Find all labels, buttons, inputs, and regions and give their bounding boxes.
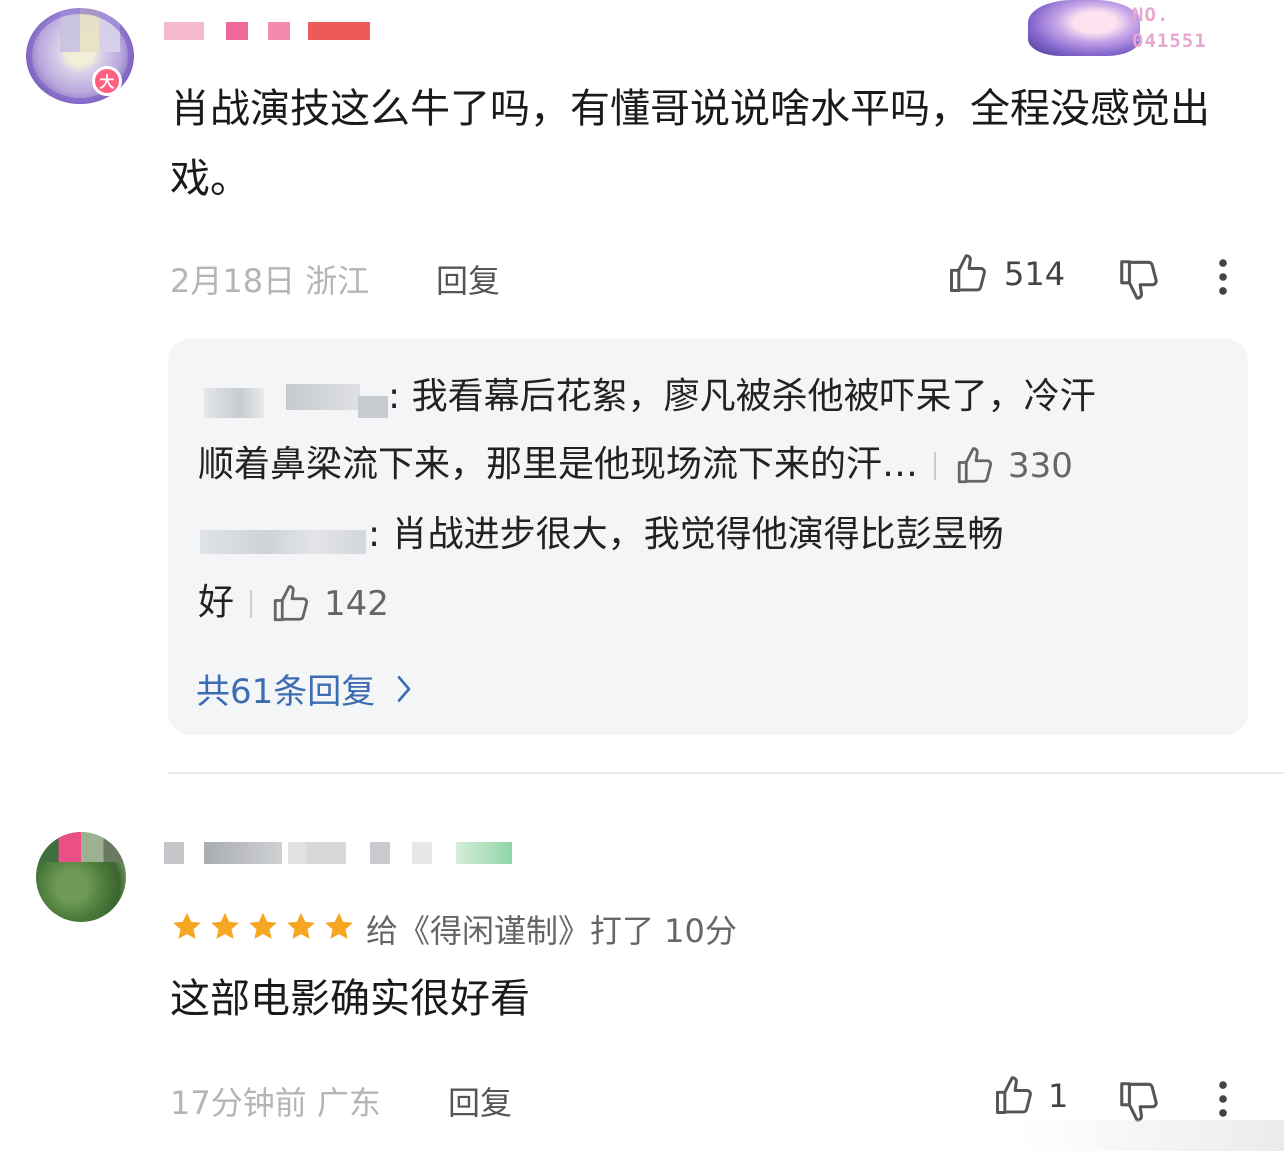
username-blurred[interactable] [164,22,374,42]
chevron-right-icon [397,675,411,702]
reply-like-button[interactable]: 142 [270,570,389,638]
star-icon [325,912,353,939]
more-vertical-icon [1219,259,1227,295]
like-count: 1 [1048,1077,1069,1115]
more-options-button[interactable] [1210,258,1236,296]
thumbs-up-icon [996,1076,1032,1114]
like-button[interactable]: 514 [946,252,1065,296]
more-vertical-icon [1219,1081,1227,1117]
more-replies-label: 共61条回复 [196,672,376,712]
dislike-button[interactable] [1116,1078,1162,1124]
reply-like-count: 330 [1008,446,1073,486]
divider [934,452,937,480]
star-icon [211,912,239,939]
reply-like-button[interactable]: 330 [954,432,1073,500]
reply-item-continued: 好 142 [198,569,1238,638]
reply-item[interactable]: : 肖战进步很大，我觉得他演得比彭昱畅 [198,501,1238,569]
star-icon [249,912,277,939]
user-avatar[interactable] [36,832,126,922]
thumbs-down-icon [1120,260,1158,300]
star-rating [170,910,356,944]
comment-divider [168,772,1284,774]
reply-like-count: 142 [324,584,389,624]
more-options-button[interactable] [1210,1080,1236,1118]
comment-date: 2月18日 浙江 [170,262,370,300]
reply-item[interactable]: : 我看幕后花絮，廖凡被杀他被吓呆了，冷汗 [198,363,1238,431]
vip-badge: 大 [92,66,122,96]
comment-text: 肖战演技这么牛了吗，有懂哥说说啥水平吗，全程没感觉出戏。 [170,86,1210,202]
anime-girl-badge-image [1028,0,1140,56]
reply-item-continued: 顺着鼻梁流下来，那里是他现场流下来的汗… 330 [198,431,1238,500]
thumbs-down-icon [1120,1082,1158,1122]
like-count: 514 [1004,255,1066,293]
username-blurred[interactable] [164,842,524,868]
comment-text: 这部电影确实很好看 [170,976,530,1022]
divider [250,590,253,618]
watermark-overlay [1020,1120,1284,1151]
thumbs-up-icon [273,585,309,622]
star-icon [173,912,201,939]
dislike-button[interactable] [1116,256,1162,302]
thumbs-up-icon [957,447,993,484]
view-all-replies-link[interactable]: 共61条回复 [196,664,413,713]
rating-text: 给《得闲谨制》打了 10分 [366,912,737,950]
like-button[interactable]: 1 [992,1074,1068,1118]
star-icon [287,912,315,939]
reply-username-blurred[interactable] [198,380,388,418]
reply-button[interactable]: 回复 [436,256,500,302]
fan-number: NO. 041551 [1132,4,1207,52]
comment-date: 17分钟前 广东 [170,1084,381,1122]
replies-panel: : 我看幕后花絮，廖凡被杀他被吓呆了，冷汗 顺着鼻梁流下来，那里是他现场流下来的… [168,339,1248,735]
reply-username-blurred[interactable] [198,518,368,554]
thumbs-up-icon [950,254,986,292]
fan-number-badge: NO. 041551 [1020,0,1230,58]
reply-button[interactable]: 回复 [448,1078,512,1124]
